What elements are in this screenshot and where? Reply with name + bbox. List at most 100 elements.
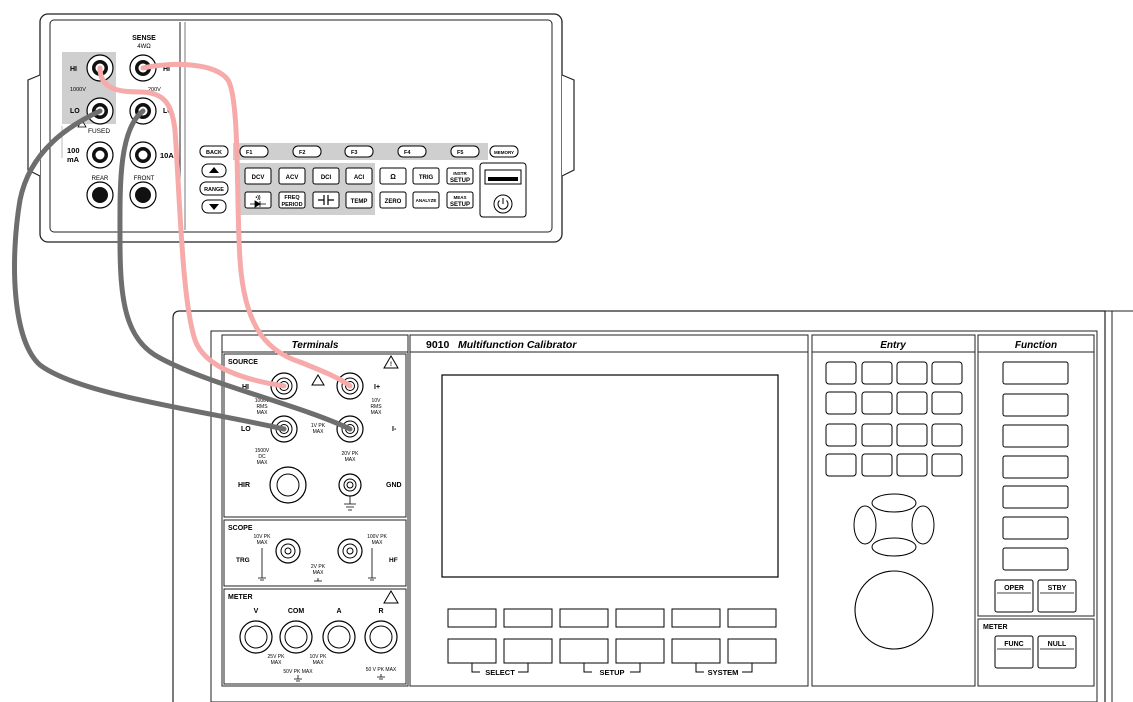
oper-button[interactable]: OPER — [994, 579, 1034, 613]
keypad-key[interactable] — [825, 361, 857, 385]
system-key-2[interactable] — [727, 638, 777, 664]
range-up-button[interactable] — [201, 163, 227, 178]
setup-key-1[interactable] — [559, 638, 609, 664]
dci-button[interactable]: DCI — [312, 167, 340, 185]
keypad-key[interactable] — [825, 453, 857, 477]
connection-diagram: SENSE 4WΩ HI HI LO LO 1000V 200V FUSED 1… — [12, 13, 1133, 702]
null-button[interactable]: NULL — [1037, 635, 1077, 669]
keypad-key[interactable] — [861, 361, 893, 385]
func-label: FUNC — [1004, 641, 1023, 648]
meter-a-label: A — [336, 608, 341, 615]
fused-label: FUSED — [88, 128, 110, 135]
front-selector-button[interactable] — [129, 181, 157, 209]
meter-function-label: METER — [983, 624, 1008, 631]
scope-hf-label: HF — [389, 557, 398, 564]
calibrator-softkey-3[interactable] — [559, 608, 609, 628]
analyze-button[interactable]: ANALYZE — [412, 191, 440, 209]
back-button[interactable]: BACK — [199, 145, 229, 158]
aci-button[interactable]: ACI — [345, 167, 373, 185]
capacitance-button[interactable] — [312, 191, 340, 209]
keypad-key[interactable] — [931, 361, 963, 385]
system-key-1[interactable] — [671, 638, 721, 664]
scope-hf-jack[interactable] — [337, 538, 363, 564]
keypad-key[interactable] — [825, 423, 857, 447]
select-key-2[interactable] — [503, 638, 553, 664]
zero-button[interactable]: ZERO — [379, 191, 407, 209]
function-key-6[interactable] — [1002, 516, 1069, 540]
keypad-key[interactable] — [825, 391, 857, 415]
softkey-f2[interactable]: F2 — [292, 145, 322, 158]
range-button[interactable]: RANGE — [199, 181, 229, 196]
dmm-jack-100ma[interactable] — [86, 141, 114, 169]
calibrator-softkey-1[interactable] — [447, 608, 497, 628]
function-key-4[interactable] — [1002, 455, 1069, 479]
calibrator-softkey-5[interactable] — [671, 608, 721, 628]
keypad-key[interactable] — [896, 391, 928, 415]
source-warning-mark: ! — [390, 362, 392, 368]
calibrator-softkey-2[interactable] — [503, 608, 553, 628]
function-header: Function — [1015, 340, 1057, 351]
instr-setup-button[interactable]: INSTR SETUP — [446, 167, 474, 185]
softkey-f4-label: F4 — [404, 150, 411, 156]
softkey-f3-label: F3 — [351, 150, 357, 156]
keypad-key[interactable] — [896, 361, 928, 385]
keypad-key[interactable] — [861, 391, 893, 415]
meter-com-jack[interactable] — [279, 620, 313, 654]
trig-button[interactable]: TRIG — [412, 167, 440, 185]
dcv-button[interactable]: DCV — [244, 167, 272, 185]
temp-button[interactable]: TEMP — [345, 191, 373, 209]
meter-r-jack[interactable] — [364, 620, 398, 654]
function-key-2[interactable] — [1002, 393, 1069, 417]
softkey-f1[interactable]: F1 — [239, 145, 269, 158]
keypad-key[interactable] — [931, 453, 963, 477]
softkey-f3[interactable]: F3 — [344, 145, 374, 158]
keypad-key[interactable] — [931, 391, 963, 415]
keypad-key[interactable] — [896, 423, 928, 447]
terminals-header: Terminals — [292, 340, 339, 351]
memory-button[interactable]: MEMORY — [489, 145, 519, 158]
function-key-1[interactable] — [1002, 361, 1069, 385]
zero-label: ZERO — [385, 199, 402, 205]
range-down-button[interactable] — [201, 199, 227, 214]
cursor-right-button[interactable] — [911, 505, 935, 545]
cursor-left-button[interactable] — [853, 505, 877, 545]
rear-selector-button[interactable] — [86, 181, 114, 209]
softkey-f2-label: F2 — [299, 150, 305, 156]
calibrator-softkey-4[interactable] — [615, 608, 665, 628]
scope-trg-jack[interactable] — [275, 538, 301, 564]
source-lo-label: LO — [241, 426, 251, 433]
source-hir-jack[interactable] — [269, 466, 307, 504]
cursor-up-button[interactable] — [871, 493, 917, 513]
softkey-f5[interactable]: F5 — [450, 145, 480, 158]
function-key-5[interactable] — [1002, 485, 1069, 509]
function-key-3[interactable] — [1002, 424, 1069, 448]
calibrator-softkey-6[interactable] — [727, 608, 777, 628]
power-button[interactable] — [493, 194, 513, 214]
keypad-key[interactable] — [861, 453, 893, 477]
cursor-down-button[interactable] — [871, 537, 917, 557]
setup-key-2[interactable] — [615, 638, 665, 664]
meter-v-jack[interactable] — [239, 620, 273, 654]
softkey-f4[interactable]: F4 — [397, 145, 427, 158]
function-key-7[interactable] — [1002, 547, 1069, 571]
temp-label: TEMP — [351, 199, 368, 205]
oper-label: OPER — [1004, 585, 1024, 592]
meas-setup-button[interactable]: MEAS SETUP — [446, 191, 474, 209]
stby-label: STBY — [1048, 585, 1067, 592]
rotary-knob[interactable] — [854, 570, 934, 650]
func-button[interactable]: FUNC — [994, 635, 1034, 669]
dmm-jack-10a[interactable] — [129, 141, 157, 169]
lcd-screen — [441, 374, 779, 578]
continuity-diode-button[interactable]: •)) — [244, 191, 272, 209]
v1000-label: 1000V — [70, 87, 86, 93]
acv-button[interactable]: ACV — [278, 167, 306, 185]
keypad-key[interactable] — [931, 423, 963, 447]
keypad-key[interactable] — [861, 423, 893, 447]
keypad-key[interactable] — [896, 453, 928, 477]
freq-period-button[interactable]: FREQ PERIOD — [278, 191, 306, 209]
meter-a-jack[interactable] — [322, 620, 356, 654]
select-key-1[interactable] — [447, 638, 497, 664]
entry-header: Entry — [880, 340, 906, 351]
stby-button[interactable]: STBY — [1037, 579, 1077, 613]
ohms-button[interactable]: Ω — [379, 167, 407, 185]
